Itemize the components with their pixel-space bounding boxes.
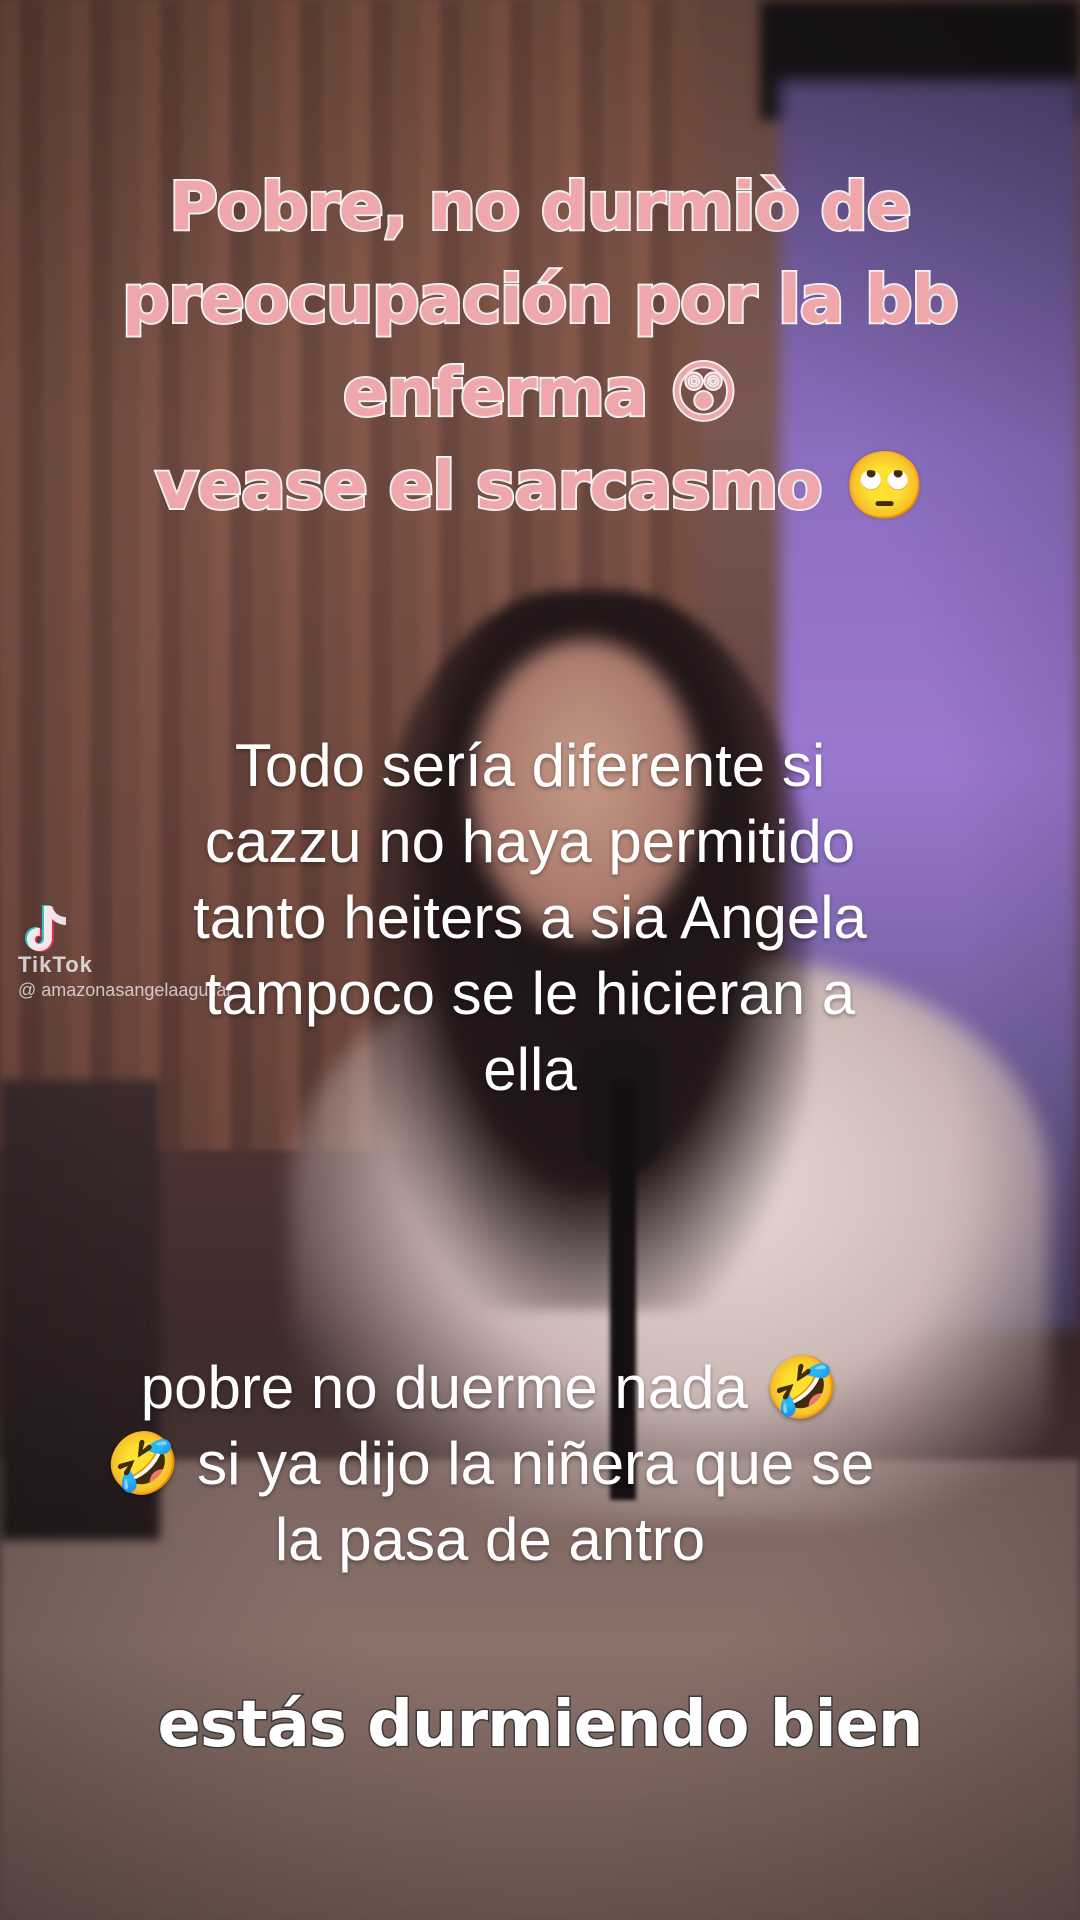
text-line: tanto heiters a sia Angela <box>193 884 867 951</box>
caption-line: enferma 😲 <box>341 352 740 433</box>
user-text-overlay-1: Todo sería diferente si cazzu no haya pe… <box>30 728 1030 1108</box>
text-line: cazzu no haya permitido <box>204 808 856 875</box>
overlay-caption-pink: Pobre, no durmiò de preocupación por la … <box>0 160 1080 532</box>
text-line: tampoco se le hicieran a <box>204 960 856 1027</box>
text-line: pobre no duerme nada 🤣 <box>140 1354 840 1421</box>
text-line: ella <box>483 1036 577 1103</box>
caption-line: preocupación por la bb <box>120 259 961 340</box>
text-line: la pasa de antro <box>274 1506 706 1573</box>
text-line: Todo sería diferente si <box>234 732 826 799</box>
text-line: 🤣 si ya dijo la niñera que se <box>105 1430 875 1497</box>
caption-line: Pobre, no durmiò de <box>167 166 913 247</box>
caption-line: vease el sarcasmo 🙄 <box>153 445 927 526</box>
video-frame[interactable]: TikTok @ amazonasangelaaguilar Pobre, no… <box>0 0 1080 1920</box>
user-text-overlay-2: pobre no duerme nada 🤣 🤣 si ya dijo la n… <box>0 1350 980 1578</box>
video-subtitle: estás durmiendo bien <box>156 1687 925 1764</box>
